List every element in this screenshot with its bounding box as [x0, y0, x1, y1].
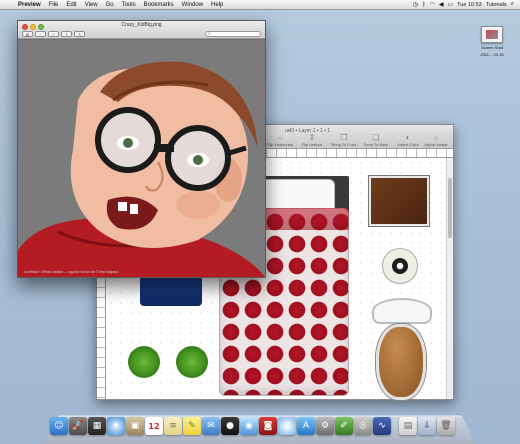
- stickies-icon[interactable]: ✎: [183, 417, 201, 435]
- adjust-color-label: Adjust Color: [397, 142, 419, 147]
- preview-toolbar: ▤ − + ⇪ ✎: [22, 31, 85, 37]
- menu-tools[interactable]: Tools: [118, 2, 140, 8]
- adjust-image-icon: ☼: [432, 133, 440, 142]
- preview-icon[interactable]: ▣: [126, 417, 144, 435]
- share-button[interactable]: ⇪: [61, 31, 72, 37]
- screenshot-thumbnail-icon: [481, 26, 503, 43]
- flip-horizontal-button[interactable]: ⇔ Flip Horizontal: [263, 133, 297, 147]
- activity-monitor-icon[interactable]: ∿: [373, 417, 391, 435]
- itunes-icon[interactable]: ♫: [278, 417, 296, 435]
- battery-icon[interactable]: ▭: [447, 1, 453, 8]
- desktop-file-label-2: 2011-...03.15: [480, 52, 504, 57]
- potted-plant-1[interactable]: [128, 346, 160, 378]
- preview-window-title: Crazy_KidBig.png: [121, 22, 162, 28]
- dock: ☺ 🚀 ▦ ✦ ▣ 12 ≡ ✎ ✉ ● ◉ ◙ ♫ A ⚙ ✐ ◎ ∿ ▤ ⇩…: [50, 417, 472, 439]
- flip-vertical-button[interactable]: ⇕ Flip Vertical: [295, 133, 329, 147]
- flip-vertical-label: Flip Vertical: [301, 142, 323, 147]
- preview-window: Crazy_KidBig.png ▤ − + ⇪ ✎ ⌕ Unofficial …: [17, 20, 266, 278]
- sink[interactable]: [372, 298, 432, 324]
- desktop-file-label-1: Screen Shot: [480, 45, 503, 50]
- menu-go[interactable]: Go: [102, 2, 118, 8]
- finder-icon[interactable]: ☺: [50, 417, 68, 435]
- system-preferences-icon[interactable]: ⚙: [316, 417, 334, 435]
- send-to-back-icon: ❏: [372, 133, 380, 142]
- preview-search-input[interactable]: ⌕: [205, 31, 261, 37]
- potted-plant-2[interactable]: [176, 346, 208, 378]
- menu-window[interactable]: Window: [178, 2, 207, 8]
- sidebar-toggle-button[interactable]: ▤: [22, 31, 33, 37]
- search-icon: ⌕: [208, 31, 211, 37]
- volume-icon[interactable]: ◀: [439, 1, 444, 8]
- mail-icon[interactable]: ✉: [202, 417, 220, 435]
- menu-edit[interactable]: Edit: [62, 2, 80, 8]
- menu-preview[interactable]: Preview: [14, 2, 45, 8]
- wooden-dresser[interactable]: [369, 176, 429, 226]
- menu-bookmarks[interactable]: Bookmarks: [140, 2, 178, 8]
- facetime-icon[interactable]: ●: [221, 417, 239, 435]
- wifi-icon[interactable]: ◠: [430, 1, 435, 8]
- menu-bar: Preview File Edit View Go Tools Bookmark…: [0, 0, 520, 10]
- boy-illustration-svg: [18, 40, 265, 277]
- menu-status-area: ◷ ᛒ ◠ ◀ ▭ Tue 10:53 Tutorials ⌕: [413, 1, 520, 8]
- disk-utility-icon[interactable]: ◎: [354, 417, 372, 435]
- adjust-image-label: Adjust Image: [424, 142, 448, 147]
- downloads-stack-icon[interactable]: ⇩: [418, 417, 436, 435]
- app-store-icon[interactable]: A: [297, 417, 315, 435]
- preview-titlebar: Crazy_KidBig.png ▤ − + ⇪ ✎ ⌕: [18, 21, 265, 39]
- zoom-in-button[interactable]: +: [48, 31, 59, 37]
- scrollbar-thumb[interactable]: [448, 178, 452, 238]
- menu-view[interactable]: View: [81, 2, 102, 8]
- bluetooth-icon[interactable]: ᛒ: [422, 2, 426, 8]
- menu-file[interactable]: File: [45, 2, 63, 8]
- bring-to-front-icon: ❐: [340, 133, 348, 142]
- bring-to-front-button[interactable]: ❐ Bring To Front: [327, 133, 361, 147]
- menu-clock[interactable]: Tue 10:53: [457, 2, 482, 8]
- spotlight-icon[interactable]: ⌕: [511, 1, 514, 8]
- time-machine-icon[interactable]: ◷: [413, 1, 418, 8]
- zoom-out-button[interactable]: −: [35, 31, 46, 37]
- boy-with-glasses-illustration[interactable]: Unofficial / Official created — cgpack V…: [18, 40, 265, 277]
- markup-button[interactable]: ✎: [74, 31, 85, 37]
- dock-separator: [392, 417, 398, 439]
- send-to-back-button[interactable]: ❏ Send To Back: [359, 133, 393, 147]
- safari-icon[interactable]: ✦: [107, 417, 125, 435]
- documents-stack-icon[interactable]: ▤: [399, 417, 417, 435]
- menu-user[interactable]: Tutorials: [486, 2, 507, 8]
- vertical-scrollbar[interactable]: [446, 158, 453, 399]
- flip-vertical-icon: ⇕: [308, 133, 316, 142]
- desktop-screenshot-file[interactable]: Screen Shot 2011-...03.15: [472, 26, 512, 57]
- calendar-icon[interactable]: 12: [145, 417, 163, 435]
- notes-icon[interactable]: ≡: [164, 417, 182, 435]
- launchpad-icon[interactable]: 🚀: [69, 417, 87, 435]
- flip-horizontal-label: Flip Horizontal: [267, 142, 293, 147]
- xcode-icon[interactable]: ✐: [335, 417, 353, 435]
- round-speaker[interactable]: [382, 248, 418, 284]
- bring-to-front-label: Bring To Front: [331, 142, 357, 147]
- flip-horizontal-icon: ⇔: [276, 133, 284, 142]
- blue-armchair[interactable]: [140, 276, 202, 306]
- trash-icon[interactable]: 🗑: [437, 417, 455, 435]
- photo-booth-icon[interactable]: ◙: [259, 417, 277, 435]
- adjust-image-button[interactable]: ☼ Adjust Image: [419, 133, 453, 147]
- send-to-back-label: Send To Back: [363, 142, 389, 147]
- mission-control-icon[interactable]: ▦: [88, 417, 106, 435]
- calendar-day: 12: [148, 421, 160, 431]
- toilet[interactable]: [376, 324, 426, 400]
- messages-icon[interactable]: ◉: [240, 417, 258, 435]
- menu-help[interactable]: Help: [207, 2, 227, 8]
- image-caption: Unofficial / Official created — cgpack V…: [24, 270, 119, 274]
